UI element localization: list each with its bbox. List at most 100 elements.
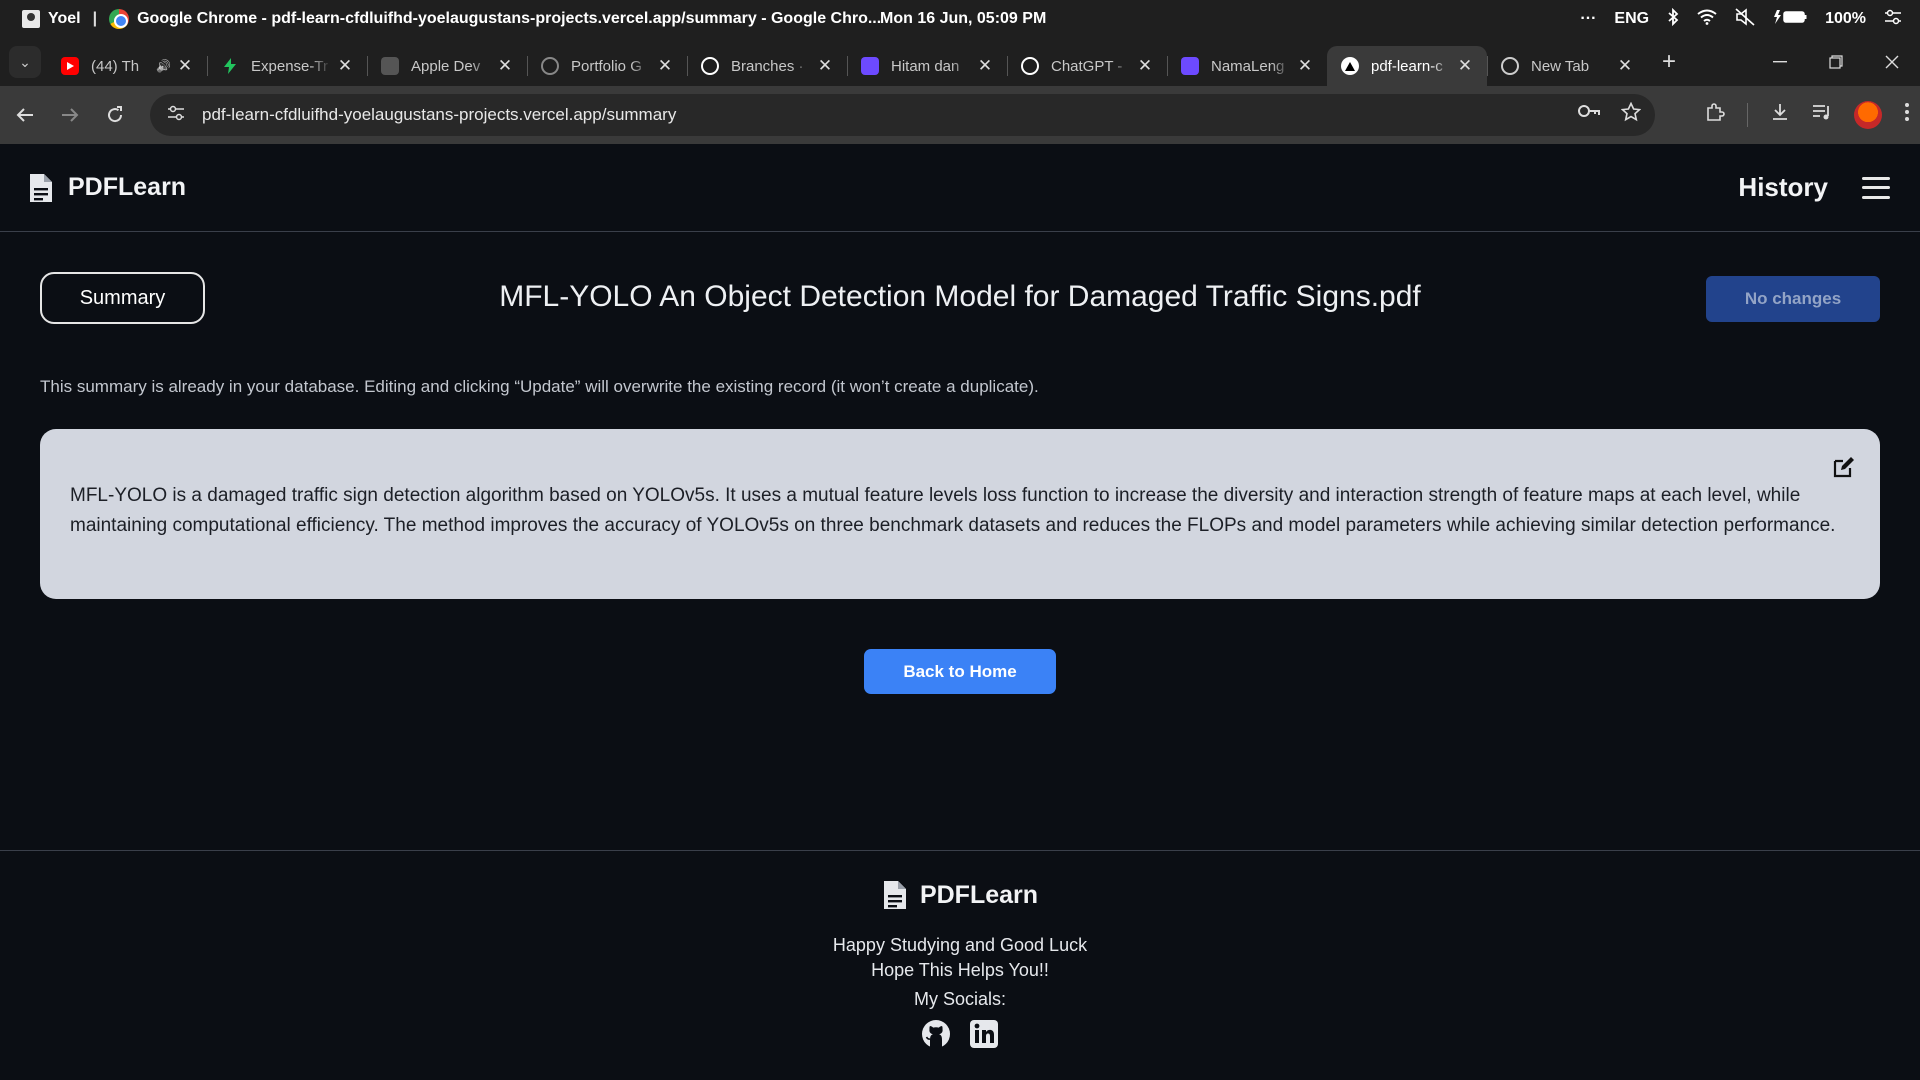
footer-brand: PDFLearn xyxy=(0,879,1920,911)
back-arrow-icon[interactable] xyxy=(5,95,45,135)
tab-list: (44) Th 🔊 ✕ Expense-Tr ✕ Apple Dev ✕ Portfolio … xyxy=(47,38,1647,86)
toolbar-divider xyxy=(1747,103,1748,127)
github-icon xyxy=(701,57,719,75)
extensions-puzzle-icon[interactable] xyxy=(1705,102,1725,128)
speaker-icon[interactable]: 🔊 xyxy=(156,59,171,73)
browser-toolbar: pdf-learn-cfdluifhd-yoelaugustans-projec… xyxy=(0,86,1920,144)
overflow-icon[interactable]: ··· xyxy=(1580,10,1596,28)
close-tab-icon[interactable]: ✕ xyxy=(817,56,833,76)
user-icon xyxy=(22,10,40,28)
footer-tagline-2: Hope This Helps You!! xyxy=(871,960,1049,980)
close-tab-icon[interactable]: ✕ xyxy=(1457,56,1473,76)
battery-icon[interactable] xyxy=(1773,9,1807,30)
address-bar[interactable]: pdf-learn-cfdluifhd-yoelaugustans-projec… xyxy=(150,94,1655,136)
close-tab-icon[interactable]: ✕ xyxy=(497,56,513,76)
browser-tab[interactable]: pdf-learn-c ✕ xyxy=(1327,46,1487,86)
tab-title: Expense-Tr xyxy=(251,57,328,75)
browser-tab[interactable]: Portfolio G ✕ xyxy=(527,46,687,86)
new-tab-button[interactable]: + xyxy=(1653,46,1685,78)
footer-brand-name: PDFLearn xyxy=(919,880,1039,909)
battery-level: 100% xyxy=(1825,10,1866,27)
chatgpt-icon xyxy=(1021,57,1039,75)
tab-title: Portfolio G xyxy=(571,57,642,75)
update-button[interactable]: No changes xyxy=(1706,276,1880,322)
bluetooth-icon[interactable] xyxy=(1667,7,1679,31)
close-tab-icon[interactable]: ✕ xyxy=(1137,56,1153,76)
os-clock[interactable]: Mon 16 Jun, 05:09 PM xyxy=(880,10,1046,28)
reload-icon[interactable] xyxy=(95,95,135,135)
tab-title: (44) Th xyxy=(91,57,140,75)
bookmark-star-icon[interactable] xyxy=(1620,101,1642,128)
canva-icon xyxy=(861,57,879,75)
os-user-name[interactable]: Yoel xyxy=(48,10,81,28)
settings-toggle-icon[interactable] xyxy=(1884,9,1902,30)
summary-card: MFL-YOLO is a damaged traffic sign detec… xyxy=(40,429,1880,599)
close-tab-icon[interactable]: ✕ xyxy=(337,56,353,76)
browser-tab[interactable]: NamaLeng ✕ xyxy=(1167,46,1327,86)
apple-dev-icon xyxy=(381,57,399,75)
browser-tab[interactable]: Expense-Tr ✕ xyxy=(207,46,367,86)
browser-tab[interactable]: (44) Th 🔊 ✕ xyxy=(47,46,207,86)
tab-strip: ⌄ (44) Th 🔊 ✕ Expense-Tr ✕ Apple Dev ✕ Portfoli… xyxy=(0,38,1920,86)
browser-tab[interactable]: Hitam dan ✕ xyxy=(847,46,1007,86)
close-tab-icon[interactable]: ✕ xyxy=(1617,56,1633,76)
footer: PDFLearn Happy Studying and Good Luck Ho… xyxy=(0,850,1920,1080)
os-top-bar: Yoel | Google Chrome - pdf-learn-cfdluif… xyxy=(0,0,1920,38)
footer-tagline-1: Happy Studying and Good Luck xyxy=(832,935,1088,955)
canva-icon xyxy=(1181,57,1199,75)
media-queue-icon[interactable] xyxy=(1812,103,1832,127)
wifi-icon[interactable] xyxy=(1697,9,1717,30)
social-links xyxy=(0,1019,1920,1049)
summary-mode-label: Summary xyxy=(40,272,205,324)
hamburger-menu-icon[interactable] xyxy=(1862,176,1890,199)
brand-logo-link[interactable]: PDFLearn xyxy=(28,172,186,204)
restore-button[interactable] xyxy=(1808,38,1864,86)
tab-title: NamaLeng xyxy=(1211,57,1285,75)
language-indicator[interactable]: ENG xyxy=(1614,10,1649,28)
chrome-icon xyxy=(1501,57,1519,75)
close-tab-icon[interactable]: ✕ xyxy=(1297,56,1313,76)
back-to-home-button[interactable]: Back to Home xyxy=(864,649,1056,694)
site-info-icon[interactable] xyxy=(158,105,194,126)
tab-title: ChatGPT - xyxy=(1051,57,1123,75)
password-key-icon[interactable] xyxy=(1577,102,1601,128)
tab-title: Branches · xyxy=(731,57,804,75)
app-header: PDFLearn History xyxy=(0,144,1920,232)
os-separator: | xyxy=(92,10,98,27)
tab-search-button[interactable]: ⌄ xyxy=(9,46,41,78)
database-notice: This summary is already in your database… xyxy=(40,377,1039,396)
window-title: Google Chrome - pdf-learn-cfdluifhd-yoel… xyxy=(137,10,882,27)
chevron-down-icon: ⌄ xyxy=(19,53,31,70)
close-tab-icon[interactable]: ✕ xyxy=(977,56,993,76)
close-window-button[interactable] xyxy=(1864,38,1920,86)
forward-arrow-icon[interactable] xyxy=(50,95,90,135)
history-link[interactable]: History xyxy=(1738,172,1828,203)
chrome-icon xyxy=(109,9,130,29)
brand-name: PDFLearn xyxy=(68,173,187,201)
profile-avatar[interactable] xyxy=(1854,101,1882,129)
url-text[interactable]: pdf-learn-cfdluifhd-yoelaugustans-projec… xyxy=(202,105,676,125)
summary-text[interactable]: MFL-YOLO is a damaged traffic sign detec… xyxy=(70,481,1850,541)
minimize-button[interactable] xyxy=(1752,38,1808,86)
browser-tab[interactable]: Apple Dev ✕ xyxy=(367,46,527,86)
browser-tab[interactable]: Branches · ✕ xyxy=(687,46,847,86)
socials-label: My Socials: xyxy=(913,989,1007,1009)
tab-title: Apple Dev xyxy=(411,57,481,75)
close-tab-icon[interactable]: ✕ xyxy=(657,56,673,76)
browser-tab[interactable]: New Tab ✕ xyxy=(1487,46,1647,86)
edit-icon[interactable] xyxy=(1832,455,1856,479)
tab-title: Hitam dan xyxy=(891,57,960,75)
document-icon xyxy=(882,879,908,911)
browser-tab[interactable]: ChatGPT - ✕ xyxy=(1007,46,1167,86)
summary-page: Summary MFL-YOLO An Object Detection Mod… xyxy=(0,232,1920,850)
linkedin-icon[interactable] xyxy=(969,1019,999,1049)
vercel-icon xyxy=(1341,57,1359,75)
tab-title: New Tab xyxy=(1531,57,1590,75)
download-icon[interactable] xyxy=(1770,102,1790,128)
kebab-menu-icon[interactable] xyxy=(1904,102,1910,128)
document-title: MFL-YOLO An Object Detection Model for D… xyxy=(499,280,1421,313)
volume-muted-icon[interactable] xyxy=(1735,7,1755,31)
github-icon[interactable] xyxy=(921,1019,951,1049)
tab-title: pdf-learn-c xyxy=(1371,57,1443,75)
close-tab-icon[interactable]: ✕ xyxy=(177,56,193,76)
